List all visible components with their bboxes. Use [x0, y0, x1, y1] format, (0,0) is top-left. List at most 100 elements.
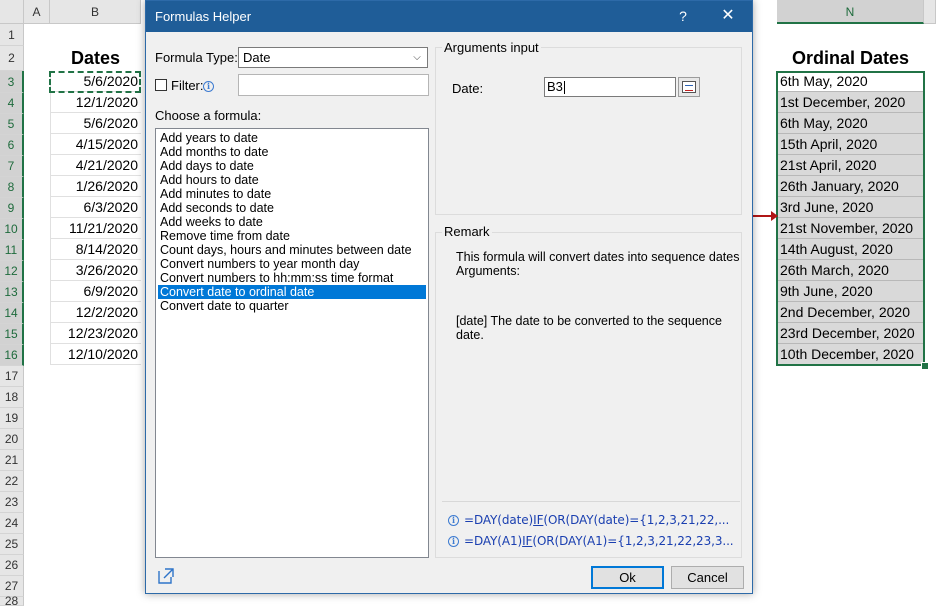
ordinal-dates-header[interactable]: Ordinal Dates — [777, 45, 924, 71]
external-link-icon[interactable] — [157, 567, 175, 585]
date-cell[interactable]: 4/15/2020 — [50, 134, 141, 155]
close-button[interactable]: ✕ — [716, 1, 740, 31]
formula-actual-if: IF — [522, 534, 533, 548]
date-cell[interactable]: 11/21/2020 — [50, 218, 141, 239]
cancel-button[interactable]: Cancel — [671, 566, 744, 589]
formula-list-item[interactable]: Add days to date — [158, 159, 426, 173]
filter-checkbox[interactable] — [155, 79, 167, 91]
row-header[interactable]: 26 — [0, 555, 24, 576]
ordinal-date-cell[interactable]: 9th June, 2020 — [777, 281, 924, 302]
date-cell[interactable]: 1/26/2020 — [50, 176, 141, 197]
row-header[interactable]: 21 — [0, 450, 24, 471]
date-cell[interactable]: 12/23/2020 — [50, 323, 141, 344]
date-cell[interactable]: 12/10/2020 — [50, 344, 141, 365]
ordinal-date-cell[interactable]: 21st April, 2020 — [777, 155, 924, 176]
formula-list-item[interactable]: Convert numbers to year month day — [158, 257, 426, 271]
filter-input[interactable] — [238, 74, 429, 96]
ordinal-date-cell[interactable]: 15th April, 2020 — [777, 134, 924, 155]
row-header[interactable]: 7 — [0, 156, 24, 177]
ordinal-date-cell[interactable]: 21st November, 2020 — [777, 218, 924, 239]
formula-list-item[interactable]: Add years to date — [158, 131, 426, 145]
formulas-helper-dialog: Formulas Helper ? ✕ Formula Type: Date ⌵… — [145, 0, 753, 594]
formula-listbox[interactable]: Add years to date Add months to date Add d… — [155, 128, 429, 558]
row-header[interactable]: 23 — [0, 492, 24, 513]
row-header[interactable]: 15 — [0, 324, 24, 345]
row-header[interactable]: 25 — [0, 534, 24, 555]
remark-group — [435, 232, 742, 558]
formula-list-item[interactable]: Add minutes to date — [158, 187, 426, 201]
date-cell[interactable]: 3/26/2020 — [50, 260, 141, 281]
dates-header[interactable]: Dates — [50, 45, 141, 71]
date-argument-input[interactable]: B3 — [544, 77, 676, 97]
row-header[interactable]: 18 — [0, 387, 24, 408]
row-header[interactable]: 4 — [0, 93, 24, 114]
row-header[interactable]: 6 — [0, 135, 24, 156]
formula-generic[interactable]: =DAY(date)IF(OR(DAY(date)={1,2,3,21,22,.… — [464, 513, 729, 527]
date-cell[interactable]: 5/6/2020 — [50, 113, 141, 134]
formula-list-item[interactable]: Count days, hours and minutes between da… — [158, 243, 426, 257]
ordinal-date-cell[interactable]: 6th May, 2020 — [777, 71, 924, 92]
remark-description: This formula will convert dates into seq… — [456, 250, 740, 264]
ordinal-date-cell[interactable]: 2nd December, 2020 — [777, 302, 924, 323]
row-header[interactable]: 11 — [0, 240, 24, 261]
column-header-o[interactable] — [924, 0, 936, 24]
ordinal-date-cell[interactable]: 3rd June, 2020 — [777, 197, 924, 218]
remark-divider — [442, 501, 740, 502]
row-header[interactable]: 14 — [0, 303, 24, 324]
ordinal-date-cell[interactable]: 23rd December, 2020 — [777, 323, 924, 344]
formula-list-item[interactable]: Add weeks to date — [158, 215, 426, 229]
row-header[interactable]: 22 — [0, 471, 24, 492]
ordinal-date-cell[interactable]: 1st December, 2020 — [777, 92, 924, 113]
range-select-button[interactable] — [678, 77, 700, 97]
dialog-title-bar[interactable]: Formulas Helper ? ✕ — [146, 1, 752, 32]
row-header[interactable]: 3 — [0, 71, 24, 93]
row-header[interactable]: 28 — [0, 595, 24, 607]
date-cell[interactable]: 12/1/2020 — [50, 92, 141, 113]
remark-group-label: Remark — [442, 224, 492, 239]
row-header[interactable]: 20 — [0, 429, 24, 450]
ordinal-date-cell[interactable]: 26th January, 2020 — [777, 176, 924, 197]
row-header[interactable]: 16 — [0, 345, 24, 366]
fill-handle[interactable] — [921, 362, 929, 370]
ordinal-date-cell[interactable]: 6th May, 2020 — [777, 113, 924, 134]
date-cell[interactable]: 6/3/2020 — [50, 197, 141, 218]
formula-list-item[interactable]: Remove time from date — [158, 229, 426, 243]
select-all-corner[interactable] — [0, 0, 24, 24]
date-cell[interactable]: 8/14/2020 — [50, 239, 141, 260]
row-header[interactable]: 12 — [0, 261, 24, 282]
formula-list-item[interactable]: Add seconds to date — [158, 201, 426, 215]
row-header[interactable]: 17 — [0, 366, 24, 387]
formula-list-item[interactable]: Convert date to ordinal date — [158, 285, 426, 299]
dialog-title: Formulas Helper — [155, 9, 252, 24]
row-header[interactable]: 2 — [0, 46, 24, 71]
row-header[interactable]: 9 — [0, 198, 24, 219]
row-header[interactable]: 8 — [0, 177, 24, 198]
date-cell[interactable]: 6/9/2020 — [50, 281, 141, 302]
ordinal-date-cell[interactable]: 26th March, 2020 — [777, 260, 924, 281]
remark-arguments-label: Arguments: — [456, 264, 520, 278]
column-header-a[interactable]: A — [24, 0, 50, 24]
column-header-b[interactable]: B — [50, 0, 141, 24]
formula-actual[interactable]: =DAY(A1)IF(OR(DAY(A1)={1,2,3,21,22,23,3.… — [464, 534, 734, 548]
formula-type-dropdown[interactable]: Date ⌵ — [238, 47, 428, 68]
arguments-group — [435, 47, 742, 215]
formula-list-item[interactable]: Convert numbers to hh:mm:ss time format — [158, 271, 426, 285]
ordinal-date-cell[interactable]: 10th December, 2020 — [777, 344, 924, 365]
text-caret — [563, 81, 565, 95]
formula-list-item[interactable]: Convert date to quarter — [158, 299, 426, 313]
ordinal-date-cell[interactable]: 14th August, 2020 — [777, 239, 924, 260]
column-header-n[interactable]: N — [777, 0, 924, 24]
date-cell[interactable]: 4/21/2020 — [50, 155, 141, 176]
row-header[interactable]: 10 — [0, 219, 24, 240]
date-cell[interactable]: 12/2/2020 — [50, 302, 141, 323]
help-button[interactable]: ? — [673, 1, 693, 32]
ok-button[interactable]: Ok — [591, 566, 664, 589]
formula-list-item[interactable]: Add hours to date — [158, 173, 426, 187]
row-header[interactable]: 5 — [0, 114, 24, 135]
formula-list-item[interactable]: Add months to date — [158, 145, 426, 159]
row-header[interactable]: 19 — [0, 408, 24, 429]
row-header[interactable]: 24 — [0, 513, 24, 534]
row-header[interactable]: 13 — [0, 282, 24, 303]
row-header[interactable]: 1 — [0, 24, 24, 46]
filter-info-icon[interactable]: i — [203, 81, 214, 92]
